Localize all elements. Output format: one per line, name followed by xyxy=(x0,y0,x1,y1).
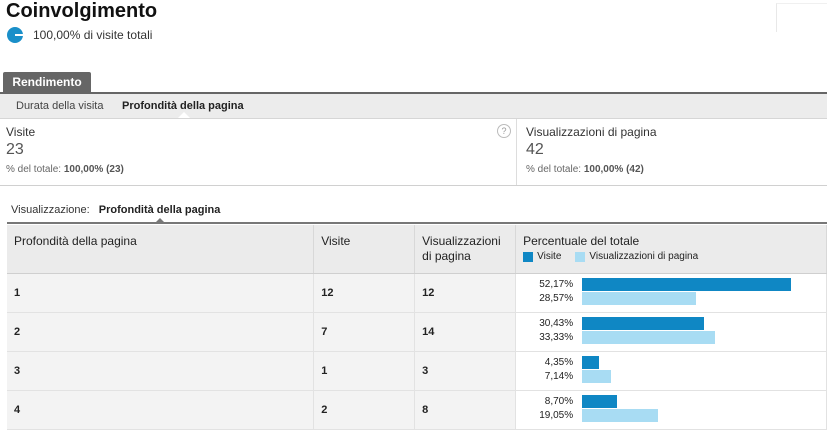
cell-depth: 4 xyxy=(7,390,315,430)
cell-percent: 4,35% 7,14% xyxy=(515,351,827,391)
view-underline xyxy=(7,222,827,224)
pageviews-percent-label: 33,33% xyxy=(539,332,574,343)
view-label: Visualizzazione: xyxy=(11,204,90,216)
table-row[interactable]: 2 7 14 30,43% 33,33% xyxy=(7,312,827,352)
metric-percent: % del totale: 100,00% (42) xyxy=(526,164,644,175)
view-value[interactable]: Profondità della pagina xyxy=(99,204,221,216)
metrics-panel: Visite 23 % del totale: 100,00% (23) Vis… xyxy=(0,119,827,186)
metric-pageviews[interactable]: Visualizzazioni di pagina 42 % del total… xyxy=(517,119,827,185)
column-header-pageviews[interactable]: Visualizzazioni di pagina xyxy=(414,225,517,274)
help-icon[interactable]: ? xyxy=(497,124,511,138)
table-row[interactable]: 1 12 12 52,17% 28,57% xyxy=(7,273,827,313)
visits-bar xyxy=(582,317,705,330)
view-selector: Visualizzazione: Profondità della pagina xyxy=(11,204,220,216)
pageviews-bar xyxy=(582,370,612,383)
metric-value: 23 xyxy=(6,141,24,158)
column-header-depth[interactable]: Profondità della pagina xyxy=(7,225,315,274)
top-right-panel xyxy=(776,3,827,32)
pageviews-percent-label: 28,57% xyxy=(539,293,574,304)
metric-label: Visualizzazioni di pagina xyxy=(526,125,657,139)
legend-visits-label: Visite xyxy=(537,251,562,262)
visits-percent-label: 4,35% xyxy=(544,357,574,368)
cell-pageviews: 14 xyxy=(414,312,517,352)
cell-pageviews: 3 xyxy=(414,351,517,391)
metric-visits[interactable]: Visite 23 % del totale: 100,00% (23) xyxy=(0,119,516,185)
cell-visits: 12 xyxy=(313,273,416,313)
column-header-percent[interactable]: Percentuale del totale Visite Visualizza… xyxy=(515,225,827,274)
metric-label: Visite xyxy=(6,125,36,139)
metric-percent: % del totale: 100,00% (23) xyxy=(6,164,124,175)
cell-depth: 1 xyxy=(7,273,315,313)
metric-percent-value: 100,00% (23) xyxy=(63,164,124,175)
cell-visits: 2 xyxy=(313,390,416,430)
legend-pageviews-label: Visualizzazioni di pagina xyxy=(589,251,699,262)
pageviews-percent-label: 19,05% xyxy=(539,410,574,421)
column-header-visits[interactable]: Visite xyxy=(313,225,416,274)
segment-summary: 100,00% di visite totali xyxy=(7,27,152,43)
visits-bar xyxy=(582,356,600,369)
cell-visits: 1 xyxy=(313,351,416,391)
page-title: Coinvolgimento xyxy=(6,0,158,22)
active-subtab-indicator xyxy=(178,112,190,118)
cell-percent: 52,17% 28,57% xyxy=(515,273,827,313)
cell-depth: 2 xyxy=(7,312,315,352)
legend-visits-swatch xyxy=(523,251,534,262)
cell-visits: 7 xyxy=(313,312,416,352)
metric-percent-prefix: % del totale: xyxy=(526,164,582,175)
pageviews-bar xyxy=(582,331,716,344)
cell-pageviews: 8 xyxy=(414,390,517,430)
cell-percent: 8,70% 19,05% xyxy=(515,390,827,430)
cell-depth: 3 xyxy=(7,351,315,391)
pageviews-percent-label: 7,14% xyxy=(544,371,574,382)
metric-value: 42 xyxy=(526,141,544,158)
metric-percent-value: 100,00% (42) xyxy=(583,164,644,175)
data-table: Profondità della pagina Visite Visualizz… xyxy=(7,225,827,430)
subtab-profondita-pagina[interactable]: Profondità della pagina xyxy=(122,100,244,112)
segment-label: 100,00% di visite totali xyxy=(33,28,153,42)
cell-pageviews: 12 xyxy=(414,273,517,313)
subtab-durata-visita[interactable]: Durata della visita xyxy=(16,100,103,112)
subtab-bar: Durata della visita Profondità della pag… xyxy=(0,94,827,119)
table-row[interactable]: 3 1 3 4,35% 7,14% xyxy=(7,351,827,391)
metrics-divider xyxy=(516,119,517,185)
tab-rendimento[interactable]: Rendimento xyxy=(3,72,91,92)
metric-percent-prefix: % del totale: xyxy=(6,164,62,175)
cell-percent: 30,43% 33,33% xyxy=(515,312,827,352)
visits-bar xyxy=(582,278,792,291)
view-indicator xyxy=(155,218,165,223)
visits-percent-label: 52,17% xyxy=(539,279,574,290)
percent-header-label: Percentuale del totale xyxy=(523,234,640,248)
pageviews-bar xyxy=(582,409,659,422)
pageviews-bar xyxy=(582,292,697,305)
visits-bar xyxy=(582,395,618,408)
visits-percent-label: 8,70% xyxy=(544,396,574,407)
legend-pageviews-swatch xyxy=(575,251,586,262)
pie-chart-icon xyxy=(7,27,23,43)
table-row[interactable]: 4 2 8 8,70% 19,05% xyxy=(7,390,827,430)
visits-percent-label: 30,43% xyxy=(539,318,574,329)
legend: Visite Visualizzazioni di pagina xyxy=(523,251,819,262)
